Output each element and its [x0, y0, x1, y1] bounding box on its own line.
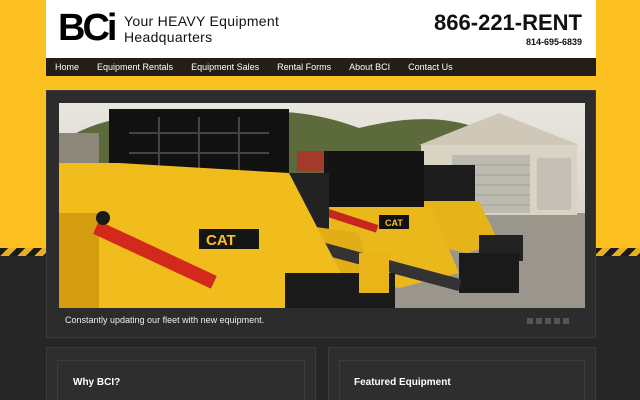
tagline-line-2: Headquarters	[124, 29, 213, 45]
slide-image[interactable]: CAT CAT	[59, 103, 585, 308]
site-header: BCi Your HEAVY Equipment Headquarters 86…	[46, 0, 596, 58]
nav-home[interactable]: Home	[46, 62, 88, 72]
featured-equipment-panel: Featured Equipment	[328, 347, 596, 400]
nav-contact-us[interactable]: Contact Us	[399, 62, 462, 72]
logo-text: BCi	[58, 7, 117, 49]
slider-dot[interactable]	[545, 318, 551, 324]
featured-equipment-title: Featured Equipment	[354, 377, 451, 388]
slide-caption: Constantly updating our fleet with new e…	[65, 315, 265, 325]
cat-logo-1: CAT	[206, 232, 236, 249]
slider-dot[interactable]	[527, 318, 533, 324]
slider-pagination	[527, 318, 569, 324]
cat-logo-3: CAT	[385, 218, 403, 228]
slider-dot[interactable]	[563, 318, 569, 324]
slider-dot[interactable]	[554, 318, 560, 324]
nav-rental-forms[interactable]: Rental Forms	[268, 62, 340, 72]
nav-about-bci[interactable]: About BCI	[340, 62, 399, 72]
hero-slider: CAT CAT Constantly updating our fleet wi…	[46, 90, 596, 338]
why-bci-title: Why BCI?	[73, 377, 121, 388]
site-tagline: Your HEAVY Equipment Headquarters	[124, 13, 279, 45]
nav-equipment-rentals[interactable]: Equipment Rentals	[88, 62, 182, 72]
tagline-line-1: Your HEAVY Equipment	[124, 13, 280, 29]
slider-dot[interactable]	[536, 318, 542, 324]
phone-primary: 866-221-RENT	[434, 10, 582, 35]
skid-steer-photo: CAT CAT	[59, 103, 585, 308]
bci-logo[interactable]: BCi	[58, 7, 117, 49]
phone-secondary: 814-695-6839	[525, 37, 582, 47]
main-nav: Home Equipment Rentals Equipment Sales R…	[46, 58, 596, 76]
nav-equipment-sales[interactable]: Equipment Sales	[182, 62, 268, 72]
why-bci-panel: Why BCI?	[46, 347, 316, 400]
